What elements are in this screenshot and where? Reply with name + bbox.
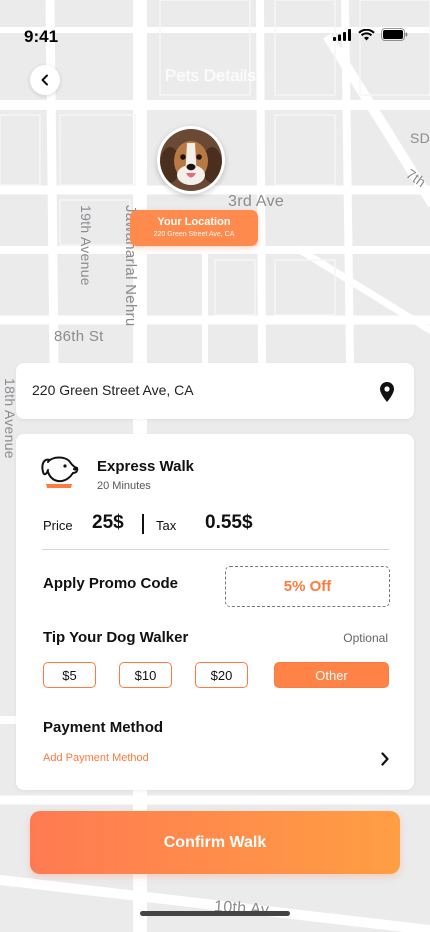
address-text: 220 Green Street Ave, CA — [32, 382, 194, 398]
map-street-label: 86th St — [54, 328, 104, 345]
your-location-tag: Your Location 220 Green Street Ave, CA — [130, 210, 258, 246]
tip-option-20[interactable]: $20 — [195, 662, 248, 688]
payment-method-label: Payment Method — [43, 719, 164, 736]
status-bar: 9:41 — [0, 0, 430, 60]
signal-icon — [333, 28, 351, 41]
map-street-label: 3rd Ave — [228, 193, 285, 210]
tax-label: Tax — [156, 518, 177, 533]
dog-walk-icon — [41, 456, 79, 488]
service-name: Express Walk — [97, 458, 194, 475]
address-bar[interactable]: 220 Green Street Ave, CA — [16, 363, 414, 419]
dog-photo-icon — [160, 129, 222, 191]
promo-code-label: Apply Promo Code — [43, 575, 179, 592]
tip-label: Tip Your Dog Walker — [43, 629, 189, 646]
price-value: 25$ — [92, 512, 124, 533]
tip-option-5[interactable]: $5 — [43, 662, 96, 688]
promo-code-button[interactable]: 5% Off — [225, 566, 390, 607]
location-tag-title: Your Location — [157, 216, 231, 228]
battery-icon — [381, 28, 408, 41]
price-label: Price — [43, 518, 73, 533]
home-indicator — [140, 911, 290, 916]
tip-optional-text: Optional — [343, 631, 388, 645]
tip-option-10[interactable]: $10 — [119, 662, 172, 688]
pet-avatar — [157, 126, 225, 194]
tax-value: 0.55$ — [205, 512, 253, 533]
tip-option-other[interactable]: Other — [274, 662, 389, 688]
walk-details-card: Express Walk 20 Minutes Price 25$ Tax 0.… — [16, 434, 414, 790]
map-street-label: SD — [410, 130, 430, 146]
service-duration: 20 Minutes — [97, 480, 151, 492]
wifi-icon — [358, 28, 375, 40]
divider — [42, 549, 389, 550]
map-street-label: 19th Avenue — [78, 205, 94, 286]
chevron-right-icon[interactable] — [380, 752, 390, 766]
confirm-walk-button[interactable]: Confirm Walk — [30, 811, 400, 874]
add-payment-method-link[interactable]: Add Payment Method — [43, 752, 149, 764]
map-pin-icon[interactable] — [380, 382, 394, 402]
status-time: 9:41 — [24, 27, 59, 46]
price-separator — [142, 514, 144, 534]
page-title: Pets Details — [165, 66, 256, 85]
status-icons — [333, 28, 408, 41]
back-button[interactable] — [30, 65, 60, 95]
location-tag-address: 220 Green Street Ave, CA — [153, 231, 235, 238]
map-street-label: 10th Av — [213, 898, 270, 919]
chevron-left-icon — [41, 74, 48, 86]
